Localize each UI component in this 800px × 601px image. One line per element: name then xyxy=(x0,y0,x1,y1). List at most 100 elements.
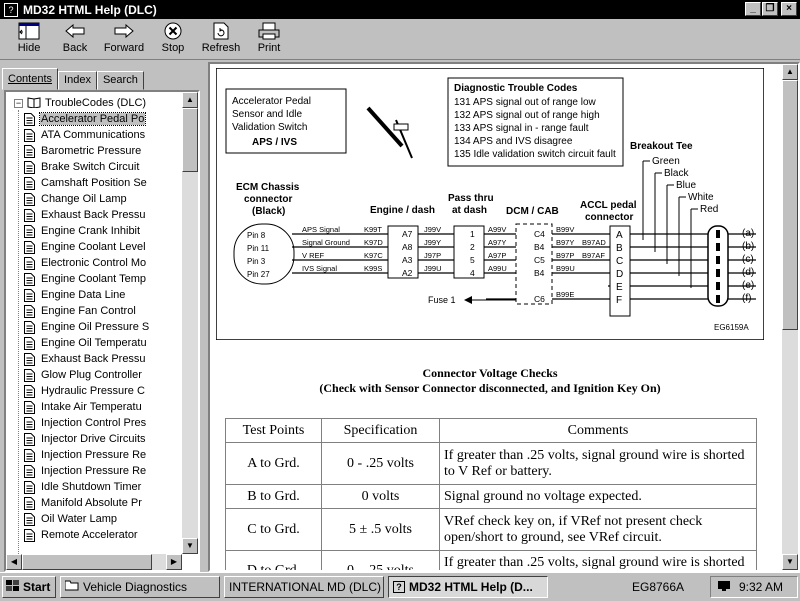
tree-item[interactable]: Injection Pressure Re xyxy=(24,447,184,463)
document-icon xyxy=(24,272,35,286)
monitor-icon[interactable] xyxy=(717,580,731,595)
close-button[interactable]: × xyxy=(781,2,797,16)
tree-hscroll-thumb[interactable] xyxy=(22,554,152,570)
tab-search[interactable]: Search xyxy=(96,71,144,90)
tree-item[interactable]: Hydraulic Pressure C xyxy=(24,383,184,399)
tree-item[interactable]: Engine Oil Temperatu xyxy=(24,335,184,351)
connector-pin: C xyxy=(616,256,623,267)
maximize-button[interactable]: ❐ xyxy=(762,2,778,16)
scroll-down-icon[interactable]: ▼ xyxy=(182,538,198,554)
table-cell: D to Grd. xyxy=(225,550,322,570)
tree-item[interactable]: Engine Oil Pressure S xyxy=(24,319,184,335)
connector-pin: 1 xyxy=(470,229,475,239)
scroll-right-icon[interactable]: ▶ xyxy=(166,554,182,570)
ecm-pin: Pin 11 xyxy=(247,244,270,253)
wire-code: B97Y xyxy=(556,238,574,247)
document-icon xyxy=(24,496,35,510)
scroll-left-icon[interactable]: ◀ xyxy=(6,554,22,570)
breakout-color: Blue xyxy=(676,180,696,191)
tab-index[interactable]: Index xyxy=(58,71,97,90)
scroll-up-icon[interactable]: ▲ xyxy=(782,64,798,80)
tree-item[interactable]: Brake Switch Circuit xyxy=(24,159,184,175)
hide-label: Hide xyxy=(17,42,41,54)
tree-item[interactable]: Barometric Pressure xyxy=(24,143,184,159)
signal-label: Signal Ground xyxy=(302,238,350,247)
pass-thru-label-1: Pass thru xyxy=(448,193,494,204)
tree-item[interactable]: Camshaft Position Se xyxy=(24,175,184,191)
wire-code: A97Y xyxy=(488,238,506,247)
dtc-item: 131 APS signal out of range low xyxy=(454,97,597,108)
minimize-button[interactable]: _ xyxy=(745,2,761,16)
document-icon xyxy=(24,128,35,142)
ecm-label-3: (Black) xyxy=(252,206,285,217)
stop-icon xyxy=(164,22,182,40)
tree-item[interactable]: Remote Accelerator xyxy=(24,527,184,543)
output-label: (e) xyxy=(742,280,754,291)
collapse-icon[interactable]: − xyxy=(14,98,23,108)
tree-item-label: Injector Drive Circuits xyxy=(41,433,146,445)
tree-item[interactable]: Glow Plug Controller xyxy=(24,367,184,383)
tree-item[interactable]: Injection Pressure Re xyxy=(24,463,184,479)
tree-item[interactable]: Change Oil Lamp xyxy=(24,191,184,207)
start-button[interactable]: Start xyxy=(2,576,56,598)
scroll-up-icon[interactable]: ▲ xyxy=(182,92,198,108)
back-button[interactable]: Back xyxy=(52,19,98,59)
taskbar-item-international[interactable]: INTERNATIONAL MD (DLC) xyxy=(224,576,384,598)
document-icon xyxy=(24,320,35,334)
forward-button[interactable]: Forward xyxy=(98,19,150,59)
tree-root[interactable]: − TroubleCodes (DLC) xyxy=(14,96,146,110)
tree-connector xyxy=(18,110,19,560)
table-cell: A to Grd. xyxy=(225,442,322,485)
connector-pin: C5 xyxy=(534,255,545,265)
table-row: C to Grd. 5 ± .5 volts VRef check key on… xyxy=(225,508,757,551)
print-button[interactable]: Print xyxy=(246,19,292,59)
tree-item[interactable]: Injector Drive Circuits xyxy=(24,431,184,447)
tree-horizontal-scrollbar[interactable]: ◀ ▶ xyxy=(6,554,182,570)
hide-button[interactable]: Hide xyxy=(6,19,52,59)
stop-button[interactable]: Stop xyxy=(150,19,196,59)
component-name: APS / IVS xyxy=(252,137,297,148)
tab-contents[interactable]: Contents xyxy=(2,68,59,90)
content-scroll-thumb[interactable] xyxy=(782,80,798,330)
tree-item-label: Remote Accelerator xyxy=(41,529,138,541)
tree-item[interactable]: Engine Fan Control xyxy=(24,303,184,319)
toolbar: Hide Back Forward Stop Refresh Print xyxy=(0,19,800,60)
column-header: Test Points xyxy=(225,418,322,443)
document-icon xyxy=(24,432,35,446)
tree-item[interactable]: Manifold Absolute Pr xyxy=(24,495,184,511)
table-cell: VRef check key on, if VRef not present c… xyxy=(439,508,757,551)
tree-vertical-scrollbar[interactable]: ▲ ▼ xyxy=(182,92,198,554)
tree-item[interactable]: Oil Water Lamp xyxy=(24,511,184,527)
tree-item[interactable]: Engine Data Line xyxy=(24,287,184,303)
refresh-label: Refresh xyxy=(201,42,241,54)
connector-pin: 5 xyxy=(470,255,475,265)
image-code: EG8766A xyxy=(632,580,685,594)
tree-item[interactable]: Injection Control Pres xyxy=(24,415,184,431)
refresh-button[interactable]: Refresh xyxy=(196,19,246,59)
taskbar-item-vehicle-diagnostics[interactable]: Vehicle Diagnostics xyxy=(60,576,220,598)
refresh-icon xyxy=(213,22,229,40)
tree-item[interactable]: Exhaust Back Pressu xyxy=(24,207,184,223)
tree-item[interactable]: ATA Communications xyxy=(24,127,184,143)
table-row: B to Grd. 0 volts Signal ground no volta… xyxy=(225,484,757,509)
wire-code: K97C xyxy=(364,251,383,260)
tree-item[interactable]: Engine Coolant Level xyxy=(24,239,184,255)
tree-item[interactable]: Engine Crank Inhibit xyxy=(24,223,184,239)
dtc-title: Diagnostic Trouble Codes xyxy=(454,83,578,94)
document-icon xyxy=(24,368,35,382)
help-app-icon: ? xyxy=(4,2,18,17)
document-icon xyxy=(24,416,35,430)
tree-item[interactable]: Exhaust Back Pressu xyxy=(24,351,184,367)
taskbar-item-md32-help[interactable]: ? MD32 HTML Help (D... xyxy=(388,576,548,598)
tree-item[interactable]: Intake Air Temperatu xyxy=(24,399,184,415)
output-label: (b) xyxy=(742,241,754,252)
clock[interactable]: 9:32 AM xyxy=(739,580,783,594)
tree-item[interactable]: Engine Coolant Temp xyxy=(24,271,184,287)
scroll-down-icon[interactable]: ▼ xyxy=(782,554,798,570)
tree-item[interactable]: Accelerator Pedal Po xyxy=(24,111,184,127)
contents-tree: − TroubleCodes (DLC) Accelerator Pedal P… xyxy=(4,90,200,572)
tree-item[interactable]: Electronic Control Mo xyxy=(24,255,184,271)
tree-item[interactable]: Idle Shutdown Timer xyxy=(24,479,184,495)
tree-scroll-thumb[interactable] xyxy=(182,108,198,172)
content-vertical-scrollbar[interactable]: ▲ ▼ xyxy=(782,64,798,570)
